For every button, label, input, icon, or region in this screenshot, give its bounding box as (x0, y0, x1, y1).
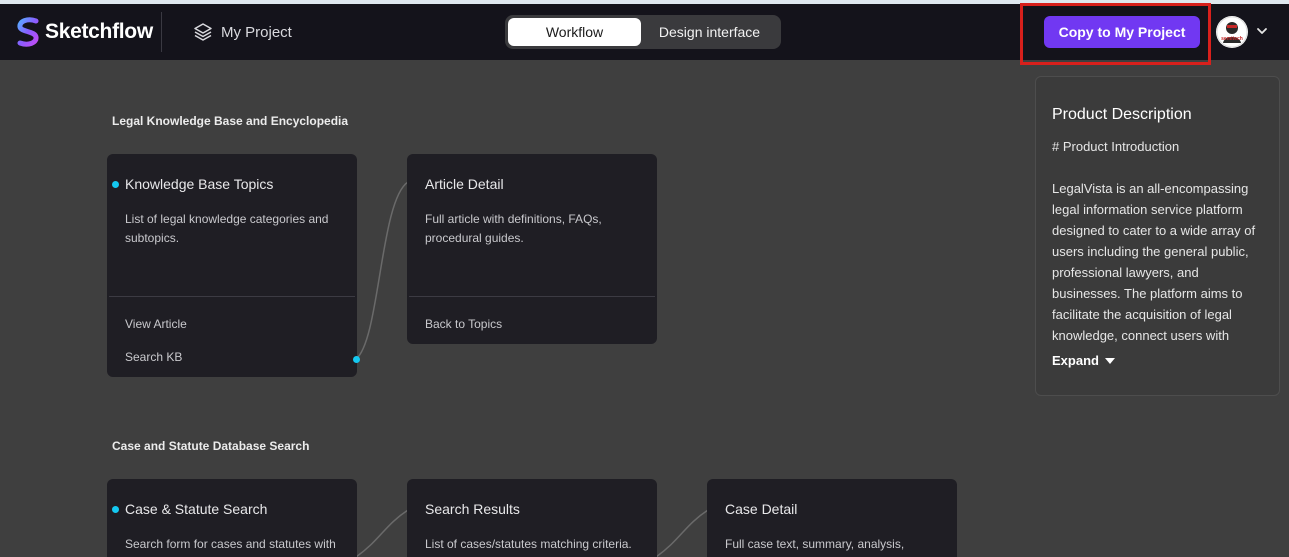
node-card-search-results[interactable]: Search Results List of cases/statutes ma… (407, 479, 657, 557)
card-description: Full case text, summary, analysis, relat… (725, 537, 905, 557)
link-search-kb[interactable]: Search KB (125, 350, 182, 364)
caret-down-icon (1104, 357, 1115, 364)
tab-workflow[interactable]: Workflow (508, 18, 641, 46)
section-label-knowledge-base: Legal Knowledge Base and Encyclopedia (112, 114, 349, 128)
card-description: Full article with definitions, FAQs, pro… (425, 212, 602, 245)
panel-title: Product Description (1052, 106, 1192, 123)
chevron-down-icon[interactable] (1256, 26, 1268, 36)
card-description: Search form for cases and statutes with (125, 537, 336, 551)
connector-handle-dot[interactable] (353, 356, 360, 363)
connector-kb-to-article (355, 181, 409, 360)
section-label-case-statute: Case and Statute Database Search (112, 439, 310, 453)
avatar[interactable]: semitech (1216, 16, 1248, 48)
avatar-text: semitech (1221, 36, 1243, 42)
node-card-case-detail[interactable]: Case Detail Full case text, summary, ana… (707, 479, 957, 557)
node-dot (112, 181, 119, 188)
card-title: Knowledge Base Topics (125, 176, 274, 192)
node-dot (112, 506, 119, 513)
layers-icon (194, 23, 212, 41)
expand-label: Expand (1052, 353, 1099, 368)
connector-results-to-detail (655, 509, 709, 557)
sketchflow-logo-icon (17, 17, 39, 47)
connector-search-to-results (355, 509, 409, 557)
panel-body-text: LegalVista is an all-encompassing legal … (1052, 181, 1256, 343)
link-view-article[interactable]: View Article (125, 317, 187, 331)
link-back-to-topics[interactable]: Back to Topics (425, 317, 502, 331)
app-logo[interactable]: Sketchflow (16, 17, 153, 47)
expand-button[interactable]: Expand (1052, 353, 1115, 368)
my-project-link[interactable]: My Project (193, 22, 292, 42)
node-card-case-statute-search[interactable]: Case & Statute Search Search form for ca… (107, 479, 357, 557)
card-divider (409, 296, 655, 297)
card-description: List of legal knowledge categories and s… (125, 212, 329, 245)
view-switcher: Workflow Design interface (505, 15, 781, 49)
node-card-article-detail[interactable]: Article Detail Full article with definit… (407, 154, 657, 344)
highlight-box (1020, 3, 1211, 65)
card-title: Article Detail (425, 176, 504, 192)
card-title: Search Results (425, 501, 520, 517)
panel-subtitle: # Product Introduction (1052, 139, 1180, 154)
card-description: List of cases/statutes matching criteria… (425, 537, 632, 551)
avatar-image: semitech (1216, 16, 1248, 48)
card-title: Case Detail (725, 501, 798, 517)
card-title: Case & Statute Search (125, 501, 268, 517)
header-divider (161, 12, 162, 52)
my-project-label: My Project (221, 23, 292, 41)
card-divider (109, 296, 355, 297)
node-card-knowledge-base-topics[interactable]: Knowledge Base Topics List of legal know… (107, 154, 360, 377)
product-description-panel: Product Description # Product Introducti… (1035, 76, 1280, 396)
tab-design-interface[interactable]: Design interface (641, 18, 778, 46)
app-name: Sketchflow (45, 20, 153, 43)
